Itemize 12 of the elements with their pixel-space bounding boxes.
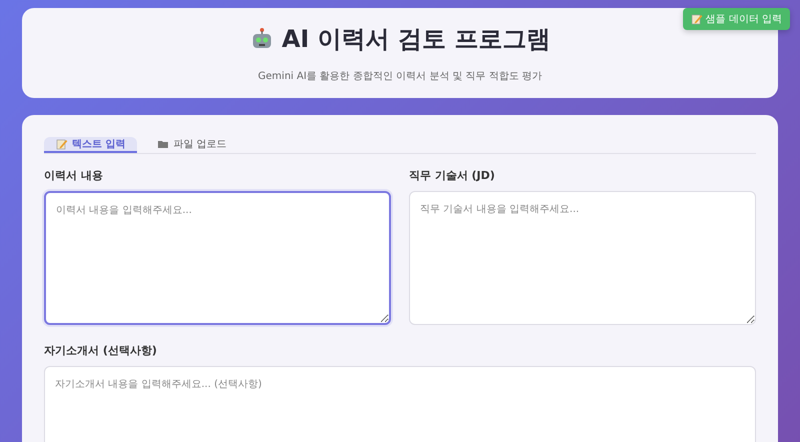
field-label: 직무 기술서 (JD) — [409, 168, 496, 183]
memo-icon — [56, 138, 68, 150]
sample-data-button[interactable]: 샘플 데이터 입력 — [682, 8, 790, 30]
text-area[interactable]: 이력서 내용을 입력해주세요... — [44, 191, 391, 325]
folder-icon — [157, 138, 170, 150]
tab[interactable]: 파일 업로드 — [145, 137, 239, 153]
tab[interactable]: 텍스트 입력 — [44, 137, 138, 153]
field-label: 자기소개서 (선택사항) — [44, 343, 158, 358]
subtitle: Gemini AI를 활용한 종합적인 이력서 분석 및 직무 적합도 평가 — [258, 70, 542, 83]
title-text: AI 이력서 검토 프로그램 — [282, 24, 550, 55]
memo-icon — [690, 13, 703, 25]
field-label: 이력서 내용 — [44, 168, 104, 183]
